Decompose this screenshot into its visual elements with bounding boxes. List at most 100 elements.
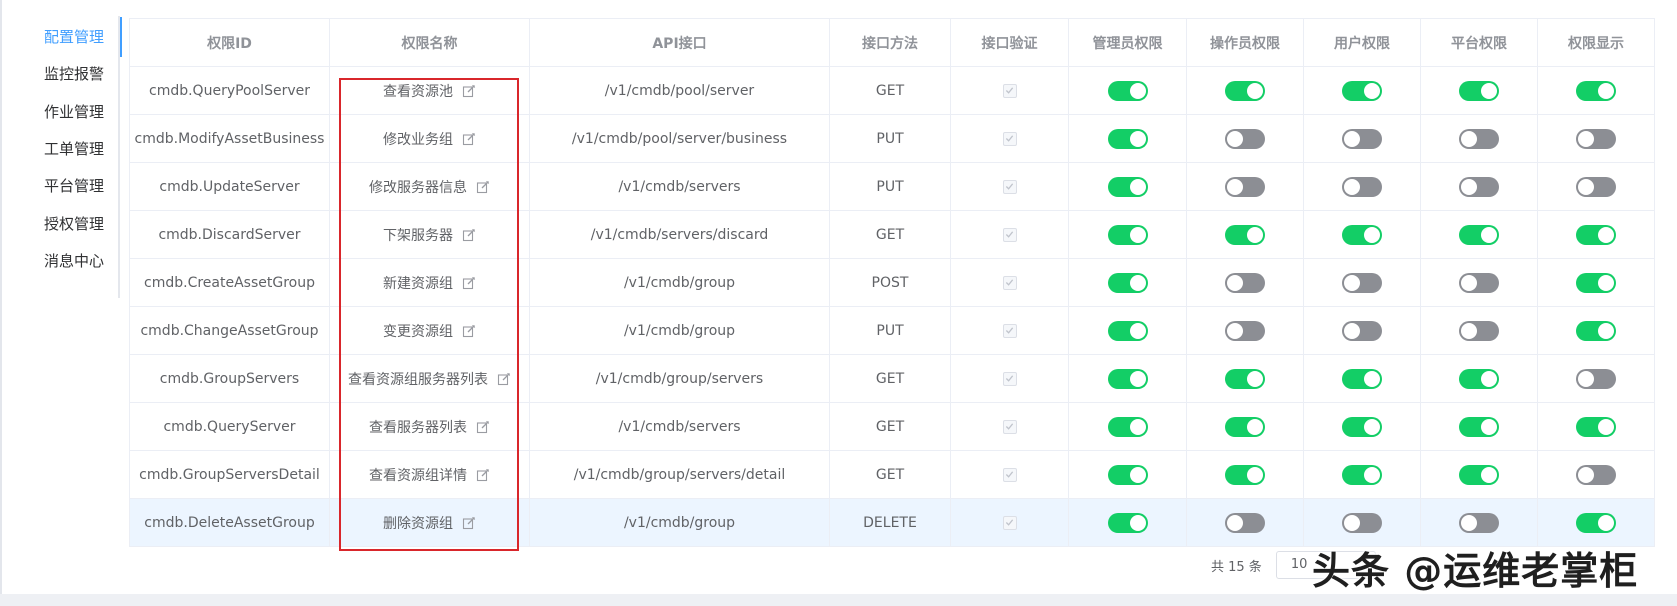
platform-permission-toggle[interactable] (1459, 416, 1499, 437)
permission-id-cell: cmdb.GroupServers (130, 355, 330, 403)
display-permission-toggle[interactable] (1576, 320, 1616, 341)
verify-checkbox[interactable] (1002, 227, 1017, 242)
verify-checkbox[interactable] (1002, 275, 1017, 290)
display-permission-toggle[interactable] (1576, 80, 1616, 101)
app-frame: 配置管理 监控报警 作业管理 工单管理 平台管理 授权管理 消息中心 权限ID 权限名称 API… (0, 0, 1677, 594)
user-permission-toggle[interactable] (1342, 368, 1382, 389)
verify-cell (951, 115, 1069, 163)
platform-permission-toggle[interactable] (1459, 224, 1499, 245)
sidebar-item[interactable]: 配置管理 (2, 17, 122, 57)
platform-permission-toggle[interactable] (1459, 320, 1499, 341)
admin-permission-cell (1069, 307, 1187, 355)
user-permission-toggle[interactable] (1342, 416, 1382, 437)
admin-permission-toggle[interactable] (1107, 272, 1148, 293)
toggle-knob (1481, 226, 1497, 243)
display-permission-toggle[interactable] (1576, 416, 1616, 437)
display-permission-cell (1538, 451, 1655, 499)
api-method-cell: PUT (830, 115, 951, 163)
operator-permission-toggle[interactable] (1225, 176, 1265, 197)
operator-permission-toggle[interactable] (1225, 320, 1265, 341)
verify-checkbox[interactable] (1002, 131, 1017, 146)
display-permission-toggle[interactable] (1576, 272, 1616, 293)
toggle-knob (1129, 226, 1146, 243)
operator-permission-toggle[interactable] (1225, 272, 1265, 293)
operator-permission-toggle[interactable] (1225, 368, 1265, 389)
display-permission-cell (1538, 115, 1655, 163)
display-permission-toggle[interactable] (1576, 128, 1616, 149)
verify-checkbox[interactable] (1002, 467, 1017, 482)
display-permission-toggle[interactable] (1576, 464, 1616, 485)
display-permission-toggle[interactable] (1576, 368, 1616, 389)
verify-checkbox[interactable] (1002, 83, 1017, 98)
verify-checkbox[interactable] (1002, 419, 1017, 434)
display-permission-cell (1538, 403, 1655, 451)
toggle-knob (1129, 418, 1146, 435)
operator-permission-toggle[interactable] (1225, 464, 1265, 485)
admin-permission-toggle[interactable] (1107, 416, 1148, 437)
admin-permission-toggle[interactable] (1107, 512, 1148, 533)
api-path-cell: /v1/cmdb/servers (530, 163, 830, 211)
admin-permission-toggle[interactable] (1107, 320, 1148, 341)
toggle-knob (1227, 514, 1243, 531)
toggle-knob (1598, 322, 1614, 339)
verify-checkbox[interactable] (1002, 323, 1017, 338)
display-permission-toggle[interactable] (1576, 512, 1616, 533)
admin-permission-toggle[interactable] (1107, 224, 1148, 245)
admin-permission-cell (1069, 499, 1187, 547)
operator-permission-toggle[interactable] (1225, 224, 1265, 245)
user-permission-cell (1304, 355, 1421, 403)
verify-checkbox[interactable] (1002, 515, 1017, 530)
sidebar-item[interactable]: 监控报警 (2, 54, 120, 94)
display-permission-toggle[interactable] (1576, 176, 1616, 197)
operator-permission-cell (1187, 115, 1304, 163)
user-permission-toggle[interactable] (1342, 320, 1382, 341)
toggle-knob (1129, 514, 1146, 531)
toggle-knob (1598, 82, 1614, 99)
user-permission-toggle[interactable] (1342, 272, 1382, 293)
user-permission-toggle[interactable] (1342, 512, 1382, 533)
verify-checkbox[interactable] (1002, 371, 1017, 386)
verify-checkbox[interactable] (1002, 179, 1017, 194)
sidebar-item[interactable]: 作业管理 (2, 92, 120, 132)
platform-permission-toggle[interactable] (1459, 272, 1499, 293)
admin-permission-toggle[interactable] (1107, 464, 1148, 485)
user-permission-cell (1304, 307, 1421, 355)
toggle-knob (1598, 226, 1614, 243)
platform-permission-toggle[interactable] (1459, 464, 1499, 485)
operator-permission-toggle[interactable] (1225, 128, 1265, 149)
operator-permission-toggle[interactable] (1225, 512, 1265, 533)
platform-permission-toggle[interactable] (1459, 128, 1499, 149)
admin-permission-toggle[interactable] (1107, 128, 1148, 149)
watermark: 头条 @运维老掌柜 (1312, 549, 1639, 593)
user-permission-toggle[interactable] (1342, 464, 1382, 485)
operator-permission-toggle[interactable] (1225, 80, 1265, 101)
sidebar-item[interactable]: 工单管理 (2, 129, 120, 169)
sidebar-item-label: 平台管理 (44, 177, 105, 195)
user-permission-toggle[interactable] (1342, 176, 1382, 197)
user-permission-toggle[interactable] (1342, 80, 1382, 101)
user-permission-toggle[interactable] (1342, 128, 1382, 149)
operator-permission-cell (1187, 163, 1304, 211)
display-permission-toggle[interactable] (1576, 224, 1616, 245)
toggle-knob (1364, 370, 1380, 387)
api-method-cell: GET (830, 211, 951, 259)
platform-permission-cell (1421, 67, 1538, 115)
admin-permission-toggle[interactable] (1107, 176, 1148, 197)
sidebar-item[interactable]: 消息中心 (2, 241, 120, 281)
toggle-knob (1129, 82, 1146, 99)
sidebar-item[interactable]: 平台管理 (2, 166, 120, 206)
operator-permission-toggle[interactable] (1225, 416, 1265, 437)
display-permission-cell (1538, 307, 1655, 355)
admin-permission-cell (1069, 115, 1187, 163)
toggle-knob (1227, 178, 1243, 195)
api-method-cell: GET (830, 355, 951, 403)
sidebar-item-label: 配置管理 (44, 28, 105, 46)
admin-permission-toggle[interactable] (1107, 80, 1148, 101)
platform-permission-toggle[interactable] (1459, 176, 1499, 197)
platform-permission-toggle[interactable] (1459, 368, 1499, 389)
platform-permission-toggle[interactable] (1459, 80, 1499, 101)
admin-permission-toggle[interactable] (1107, 368, 1148, 389)
sidebar-item[interactable]: 授权管理 (2, 204, 120, 244)
platform-permission-toggle[interactable] (1459, 512, 1499, 533)
user-permission-toggle[interactable] (1342, 224, 1382, 245)
